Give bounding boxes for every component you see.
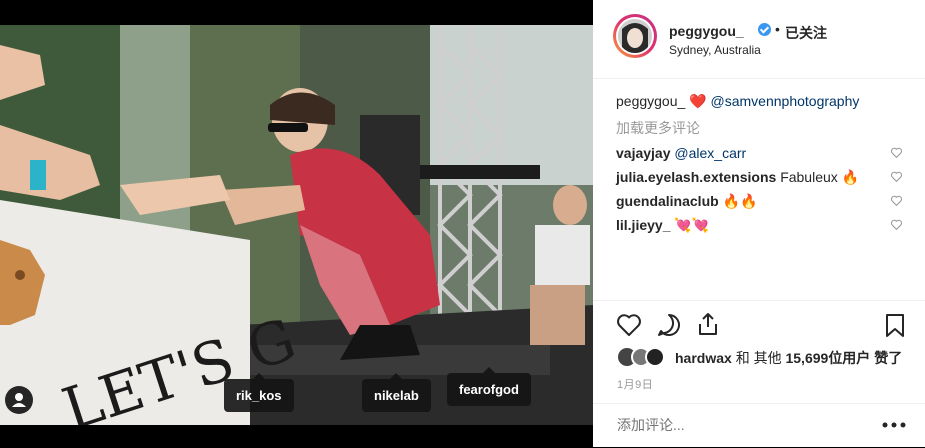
photo-tag-fearofgod[interactable]: fearofgod: [447, 367, 531, 406]
add-comment-input[interactable]: [617, 417, 867, 433]
share-icon[interactable]: [695, 311, 721, 337]
caption: peggygou_ ❤️ @samvennphotography: [616, 93, 859, 110]
photo-tag-nikelab[interactable]: nikelab: [362, 373, 431, 412]
header-username[interactable]: peggygou_: [669, 23, 744, 39]
likes-suffix: 位用户 赞了: [828, 350, 903, 366]
comment-username[interactable]: guendalinaclub: [616, 193, 719, 209]
likes-first-user[interactable]: hardwax: [675, 350, 732, 366]
post-date[interactable]: 1月9日: [617, 376, 653, 392]
more-icon[interactable]: [881, 420, 907, 430]
likes-summary[interactable]: hardwax 和 其他 15,699位用户 赞了: [675, 348, 902, 368]
caption-username[interactable]: peggygou_: [616, 93, 685, 109]
location-link[interactable]: Sydney, Australia: [669, 43, 761, 57]
comment-item: julia.eyelash.extensions Fabuleux 🔥: [616, 169, 906, 186]
comment-like-heart-icon[interactable]: [890, 194, 903, 207]
caption-text: ❤️: [689, 93, 707, 109]
comment-text: 🔥🔥: [722, 193, 758, 209]
likes-count[interactable]: 15,699: [785, 350, 828, 366]
heart-icon[interactable]: [616, 312, 642, 338]
post-header: peggygou_ • 已关注 Sydney, Australia: [593, 0, 925, 79]
comment-like-heart-icon[interactable]: [890, 170, 903, 183]
user-tag-icon[interactable]: [5, 386, 33, 414]
post-photo[interactable]: LET'S G rik_kos nikelab fearofgod: [0, 0, 593, 447]
comment-item: guendalinaclub 🔥🔥: [616, 193, 906, 210]
photo-tag-rik-kos[interactable]: rik_kos: [224, 373, 294, 412]
avatar-image: [618, 19, 652, 53]
photo-scene-illustration: LET'S G: [0, 25, 593, 425]
caption-mention[interactable]: @samvennphotography: [711, 93, 860, 109]
comment-username[interactable]: julia.eyelash.extensions: [616, 169, 776, 185]
load-more-comments-button[interactable]: 加载更多评论: [616, 118, 700, 138]
verified-badge-icon: [758, 23, 771, 36]
comment-text[interactable]: @alex_carr: [674, 145, 746, 161]
comment-like-heart-icon[interactable]: [890, 218, 903, 231]
comment-like-heart-icon[interactable]: [890, 146, 903, 159]
post-detail-panel: peggygou_ • 已关注 Sydney, Australia peggyg…: [593, 0, 925, 447]
photo-image: LET'S G rik_kos nikelab fearofgod: [0, 25, 593, 425]
comment-item: vajayjay @alex_carr: [616, 145, 906, 161]
likes-connector: 和 其他: [735, 350, 782, 366]
header-separator: •: [775, 21, 780, 37]
comment-icon[interactable]: [656, 312, 682, 338]
avatar[interactable]: [613, 14, 657, 58]
comment-username[interactable]: lil.jieyy_: [616, 217, 670, 233]
comment-text: Fabuleux 🔥: [780, 169, 860, 185]
comment-text: 💘💘: [674, 217, 710, 233]
comment-username[interactable]: vajayjay: [616, 145, 671, 161]
bookmark-icon[interactable]: [882, 312, 908, 338]
comment-item: lil.jieyy_ 💘💘: [616, 217, 906, 234]
liked-by-avatars: [617, 346, 667, 368]
follow-status-button[interactable]: 已关注: [785, 23, 827, 43]
